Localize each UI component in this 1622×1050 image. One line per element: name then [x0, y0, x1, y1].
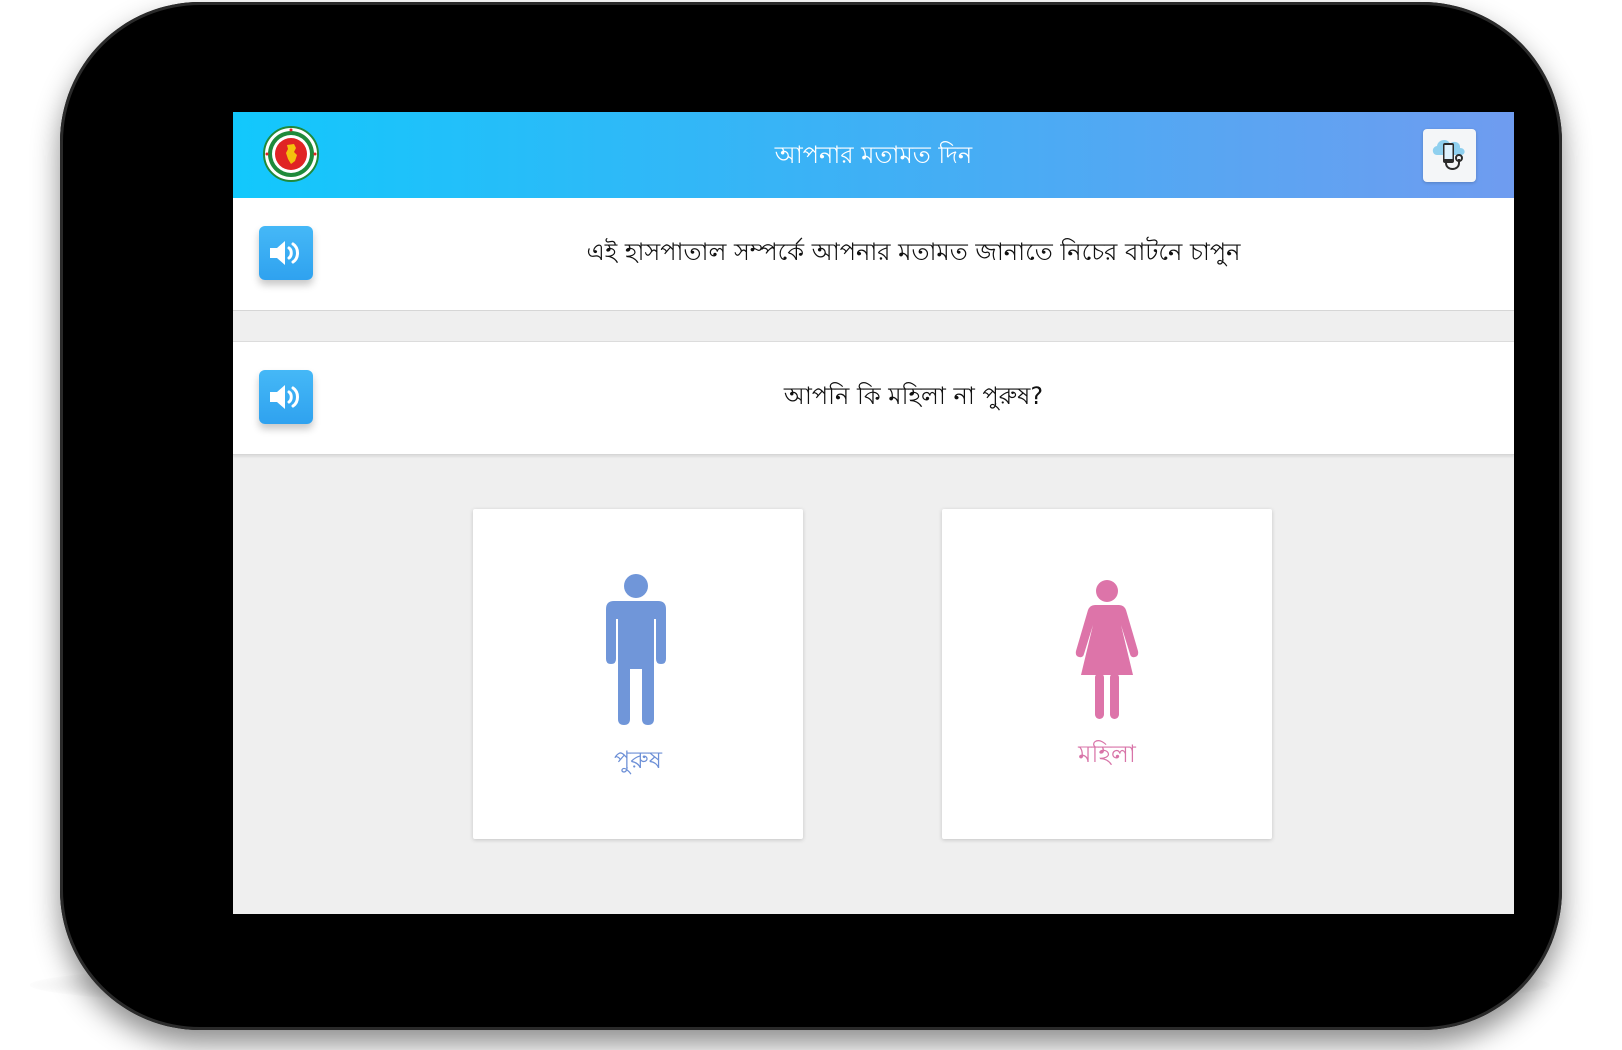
male-choice-label: পুরুষ — [614, 746, 662, 774]
question-speaker-button[interactable] — [259, 370, 313, 424]
cloud-stethoscope-icon — [1432, 140, 1465, 170]
app-screen: আপনার মতামত দিন এই হাসপাতাল সম্পর্কে আপন… — [233, 112, 1514, 914]
speaker-icon — [270, 241, 299, 265]
intro-speaker-button[interactable] — [259, 226, 313, 280]
telemedicine-button[interactable] — [1423, 129, 1476, 182]
page-title: আপনার মতামত দিন — [774, 141, 973, 169]
female-choice-label: মহিলা — [1078, 740, 1136, 768]
intro-prompt-text: এই হাসপাতাল সম্পর্কে আপনার মতামত জানাতে … — [586, 238, 1241, 266]
gender-question-text: আপনি কি মহিলা না পুরুষ? — [783, 382, 1044, 410]
gender-question-row: আপনি কি মহিলা না পুরুষ? — [233, 342, 1514, 455]
stage: আপনার মতামত দিন এই হাসপাতাল সম্পর্কে আপন… — [0, 0, 1622, 1050]
intro-prompt-row: এই হাসপাতাল সম্পর্কে আপনার মতামত জানাতে … — [233, 198, 1514, 311]
female-choice-card[interactable]: মহিলা — [942, 509, 1272, 839]
male-person-icon — [606, 574, 666, 725]
female-person-icon — [1075, 580, 1139, 719]
male-choice-card[interactable]: পুরুষ — [473, 509, 803, 839]
tablet-frame: আপনার মতামত দিন এই হাসপাতাল সম্পর্কে আপন… — [60, 2, 1562, 1030]
section-divider — [233, 311, 1514, 342]
speaker-icon — [270, 385, 299, 409]
app-bar: আপনার মতামত দিন — [233, 112, 1514, 198]
